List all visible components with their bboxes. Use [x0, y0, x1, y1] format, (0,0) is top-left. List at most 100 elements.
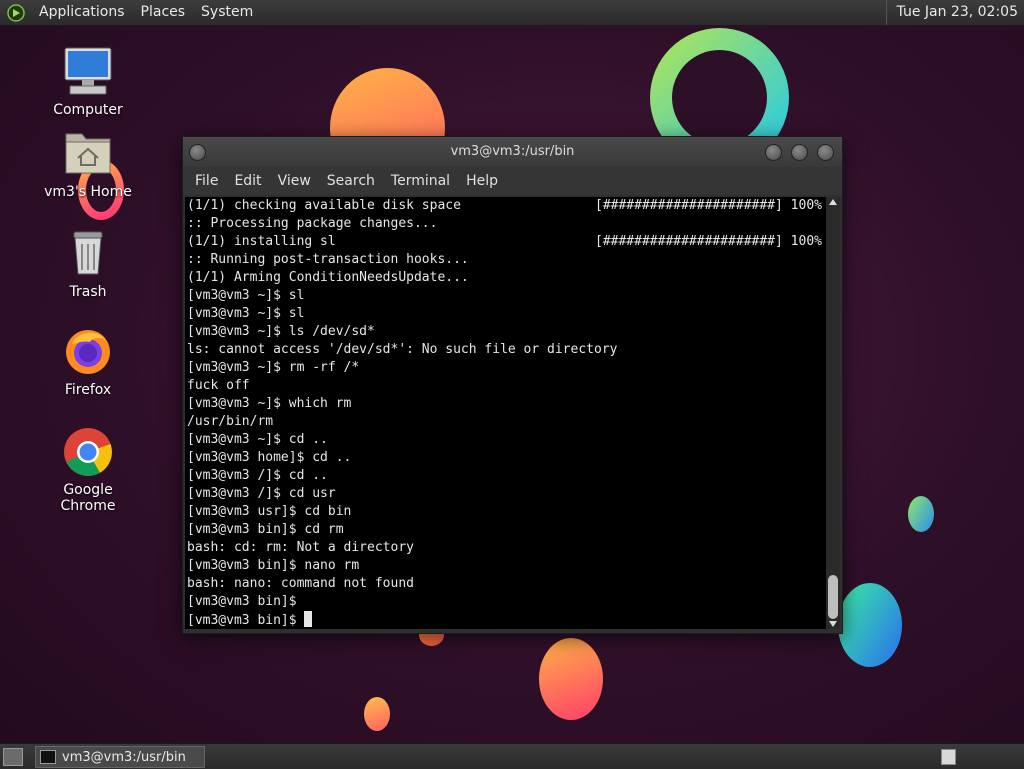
minimize-button[interactable] — [765, 144, 782, 161]
window-titlebar[interactable]: vm3@vm3:/usr/bin — [183, 137, 842, 167]
menu-search[interactable]: Search — [319, 173, 383, 189]
terminal-line-text: [vm3@vm3 /]$ cd .. — [187, 468, 328, 483]
chrome-icon — [62, 426, 114, 478]
desktop-icon-firefox[interactable]: Firefox — [38, 326, 138, 398]
terminal-line-text: [vm3@vm3 home]$ cd .. — [187, 450, 352, 465]
terminal-line: bash: cd: rm: Not a directory — [185, 539, 826, 557]
terminal-line: [vm3@vm3 ~]$ sl — [185, 305, 826, 323]
terminal-menubar: File Edit View Search Terminal Help — [183, 167, 842, 195]
terminal-line: [vm3@vm3 home]$ cd .. — [185, 449, 826, 467]
system-menu[interactable]: System — [193, 0, 261, 25]
terminal-scrollbar[interactable] — [826, 197, 840, 629]
home-folder-icon — [62, 128, 114, 180]
menu-view[interactable]: View — [270, 173, 319, 189]
terminal-line-text: [vm3@vm3 ~]$ sl — [187, 288, 305, 303]
terminal-line-text: [vm3@vm3 ~]$ cd .. — [187, 432, 328, 447]
wallpaper-orange-egg — [539, 638, 603, 720]
desktop-icon-label: Firefox — [64, 382, 112, 398]
close-button[interactable] — [817, 144, 834, 161]
terminal-line: :: Running post-transaction hooks... — [185, 251, 826, 269]
desktop-icon-computer[interactable]: Computer — [38, 46, 138, 118]
menu-edit[interactable]: Edit — [226, 173, 269, 189]
firefox-icon — [62, 326, 114, 378]
menu-file[interactable]: File — [187, 173, 226, 189]
terminal-line-text: [vm3@vm3 bin]$ — [187, 594, 297, 609]
terminal-line-text: [vm3@vm3 /]$ cd usr — [187, 486, 336, 501]
wallpaper-blue-blob — [838, 583, 902, 667]
applications-menu[interactable]: Applications — [31, 0, 133, 25]
terminal-line-text: fuck off — [187, 378, 250, 393]
terminal-line: (1/1) installing sl [####################… — [185, 233, 826, 251]
terminal-line-text: [vm3@vm3 bin]$ nano rm — [187, 558, 360, 573]
terminal-line-text: [vm3@vm3 ~]$ ls /dev/sd* — [187, 324, 375, 339]
terminal-line-text: :: Running post-transaction hooks... — [187, 252, 469, 267]
taskbar-window-button[interactable]: vm3@vm3:/usr/bin — [35, 746, 205, 768]
wallpaper-small-orange-egg — [364, 697, 390, 731]
terminal-line: (1/1) Arming ConditionNeedsUpdate... — [185, 269, 826, 287]
maximize-button[interactable] — [791, 144, 808, 161]
terminal-line-text: :: Processing package changes... — [187, 216, 438, 231]
trash-icon — [62, 228, 114, 280]
terminal-line: fuck off — [185, 377, 826, 395]
top-panel: Applications Places System Tue Jan 23, 0… — [0, 0, 1024, 26]
desktop-icon-trash[interactable]: Trash — [38, 228, 138, 300]
wallpaper-small-blue-blob — [908, 496, 934, 532]
terminal-line: [vm3@vm3 bin]$ — [185, 593, 826, 611]
terminal-line-text: [vm3@vm3 ~]$ sl — [187, 306, 305, 321]
show-desktop-icon[interactable] — [3, 748, 23, 766]
terminal-line-text: [vm3@vm3 ~]$ which rm — [187, 396, 352, 411]
terminal-line: [vm3@vm3 ~]$ sl — [185, 287, 826, 305]
terminal-line: [vm3@vm3 /]$ cd .. — [185, 467, 826, 485]
terminal-line: [vm3@vm3 ~]$ ls /dev/sd* — [185, 323, 826, 341]
terminal-line-text: (1/1) checking available disk space — [187, 198, 461, 213]
terminal-line-text: bash: cd: rm: Not a directory — [187, 540, 414, 555]
scroll-up-icon[interactable] — [829, 199, 837, 205]
terminal-line: ls: cannot access '/dev/sd*': No such fi… — [185, 341, 826, 359]
terminal-window[interactable]: vm3@vm3:/usr/bin File Edit View Search T… — [182, 136, 843, 634]
terminal-line: [vm3@vm3 ~]$ which rm — [185, 395, 826, 413]
terminal-line-text: /usr/bin/rm — [187, 414, 274, 429]
terminal-line: [vm3@vm3 bin]$ — [185, 611, 826, 629]
places-menu[interactable]: Places — [133, 0, 194, 25]
desktop-icon-label: Trash — [69, 284, 107, 300]
menu-terminal[interactable]: Terminal — [383, 173, 458, 189]
terminal-line: [vm3@vm3 usr]$ cd bin — [185, 503, 826, 521]
desktop-icon-home[interactable]: vm3's Home — [38, 128, 138, 200]
terminal-cursor — [304, 611, 313, 627]
progress-bar-text: [######################] 100% — [595, 234, 822, 249]
terminal-line: [vm3@vm3 bin]$ nano rm — [185, 557, 826, 575]
terminal-line-text: [vm3@vm3 bin]$ cd rm — [187, 522, 344, 537]
terminal-line-text: (1/1) Arming ConditionNeedsUpdate... — [187, 270, 469, 285]
terminal-line-text: [vm3@vm3 usr]$ cd bin — [187, 504, 352, 519]
terminal-line: bash: nano: command not found — [185, 575, 826, 593]
distro-logo-icon[interactable] — [7, 3, 25, 22]
desktop-icon-label: Computer — [53, 102, 123, 118]
terminal-line: [vm3@vm3 bin]$ cd rm — [185, 521, 826, 539]
menu-help[interactable]: Help — [458, 173, 506, 189]
terminal-line-text: [vm3@vm3 bin]$ — [187, 613, 305, 628]
terminal-line: [vm3@vm3 ~]$ cd .. — [185, 431, 826, 449]
terminal-line: [vm3@vm3 ~]$ rm -rf /* — [185, 359, 826, 377]
window-title: vm3@vm3:/usr/bin — [450, 144, 575, 159]
terminal-line-text: ls: cannot access '/dev/sd*': No such fi… — [187, 342, 618, 357]
terminal-output[interactable]: (1/1) checking available disk space [####… — [185, 197, 826, 629]
clock[interactable]: Tue Jan 23, 02:05 — [885, 0, 1018, 25]
scroll-down-icon[interactable] — [829, 621, 837, 627]
terminal-line: (1/1) checking available disk space [####… — [185, 197, 826, 215]
desktop-icon-label: vm3's Home — [44, 184, 132, 200]
terminal-line: :: Processing package changes... — [185, 215, 826, 233]
desktop-icon-label: Google Chrome — [60, 482, 116, 514]
bottom-panel: vm3@vm3:/usr/bin — [0, 743, 1024, 769]
terminal-line: [vm3@vm3 /]$ cd usr — [185, 485, 826, 503]
window-menu-button[interactable] — [189, 144, 206, 161]
terminal-line-text: (1/1) installing sl — [187, 234, 336, 249]
taskbar-window-label: vm3@vm3:/usr/bin — [62, 749, 186, 765]
desktop-icon-chrome[interactable]: Google Chrome — [38, 426, 138, 514]
terminal-icon — [40, 750, 56, 764]
workspace-switcher[interactable] — [941, 749, 956, 765]
progress-bar-text: [######################] 100% — [595, 198, 822, 213]
terminal-line: /usr/bin/rm — [185, 413, 826, 431]
terminal-line-text: [vm3@vm3 ~]$ rm -rf /* — [187, 360, 360, 375]
scrollbar-thumb[interactable] — [828, 575, 838, 619]
terminal-line-text: bash: nano: command not found — [187, 576, 414, 591]
